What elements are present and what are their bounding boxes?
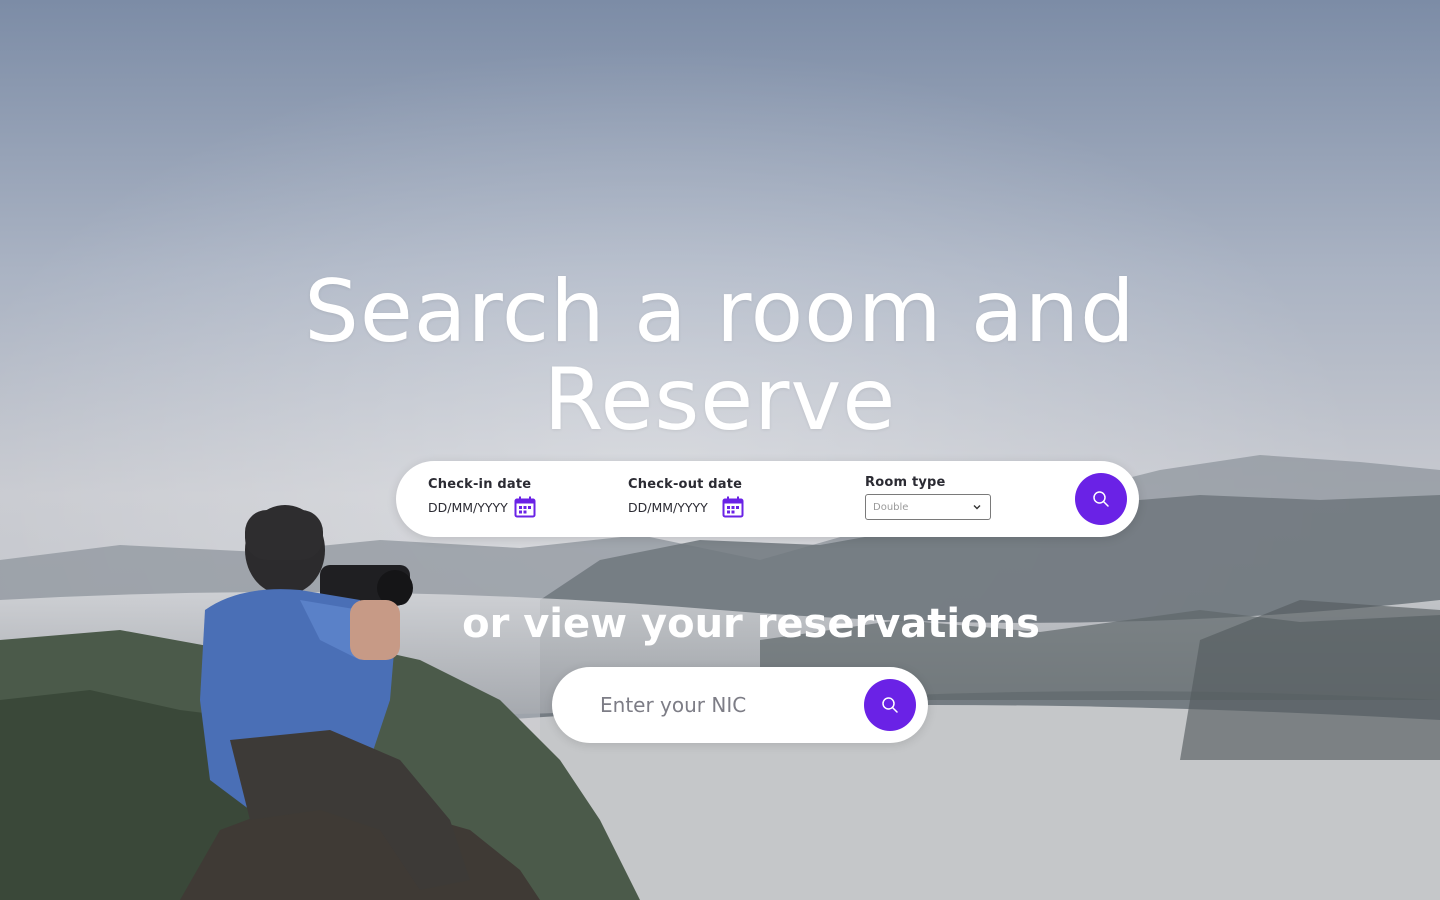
hero-section: Search a room and Reserve Check-in date … xyxy=(0,0,1440,900)
calendar-icon[interactable] xyxy=(514,496,536,518)
room-type-label: Room type xyxy=(865,475,946,490)
calendar-icon[interactable] xyxy=(722,496,744,518)
headline-line-1: Search a room and xyxy=(304,262,1136,362)
checkout-label: Check-out date xyxy=(628,477,743,492)
nic-search-bar xyxy=(552,667,928,743)
checkout-field[interactable]: Check-out date DD/MM/YYYY xyxy=(628,477,744,518)
checkout-date-input[interactable]: DD/MM/YYYY xyxy=(628,500,708,515)
reservations-subheading: or view your reservations xyxy=(462,601,1040,647)
room-search-button[interactable] xyxy=(1075,473,1127,525)
room-search-bar: Check-in date DD/MM/YYYY Check-out date xyxy=(396,461,1139,537)
search-icon xyxy=(882,697,898,713)
room-type-value: Double xyxy=(873,501,909,513)
checkin-label: Check-in date xyxy=(428,477,532,492)
checkin-date-input[interactable]: DD/MM/YYYY xyxy=(428,500,508,515)
nic-input[interactable] xyxy=(600,691,850,719)
headline-line-2: Reserve xyxy=(543,350,897,450)
room-type-select[interactable]: Double xyxy=(865,494,991,520)
chevron-down-icon xyxy=(973,505,981,510)
page-title: Search a room and Reserve xyxy=(0,268,1440,444)
checkin-field[interactable]: Check-in date DD/MM/YYYY xyxy=(428,477,536,518)
background-photo xyxy=(0,0,1440,900)
room-type-field: Room type Double xyxy=(865,475,991,520)
search-icon xyxy=(1093,491,1109,507)
nic-search-button[interactable] xyxy=(864,679,916,731)
